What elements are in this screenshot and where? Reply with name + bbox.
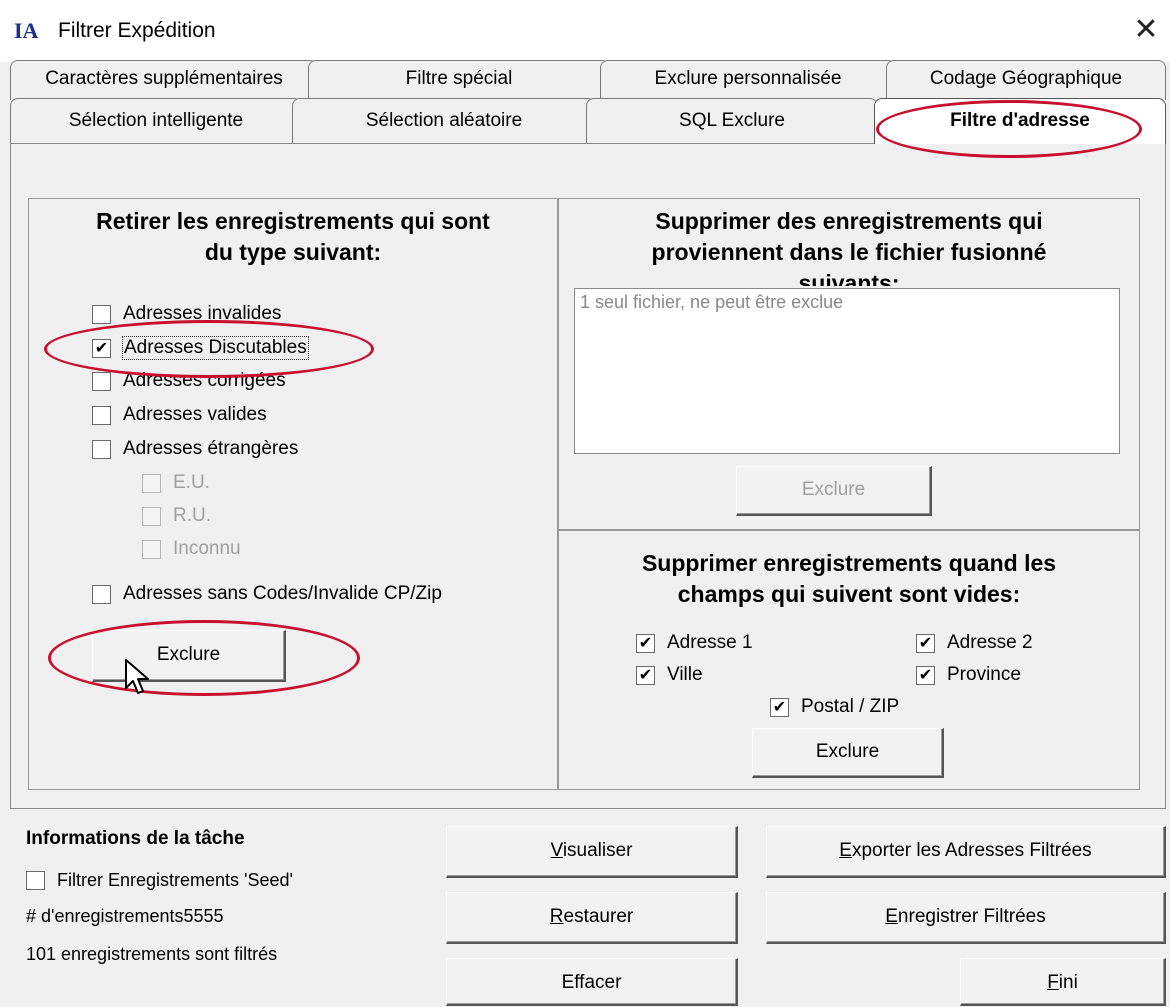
checkbox-label: Adresses Discutables xyxy=(122,336,309,360)
mnemonic-letter: R xyxy=(549,906,564,927)
button-label: ini xyxy=(1058,972,1078,993)
checkbox-box[interactable] xyxy=(92,439,111,459)
tab-filtre-special[interactable]: Filtre spécial xyxy=(308,60,610,100)
empty-heading-line1: Supprimer enregistrements quand les xyxy=(641,550,1057,576)
checkbox-label: Adresse 2 xyxy=(947,632,1033,653)
checkbox-filtrer-seed[interactable]: Filtrer Enregistrements 'Seed' xyxy=(26,870,293,891)
merge-heading-line1: Supprimer des enregistrements qui xyxy=(655,208,1043,234)
checkbox-ru: R.U. xyxy=(142,505,211,527)
checkbox-adresse-1[interactable]: ✔ Adresse 1 xyxy=(636,632,753,654)
checkbox-adresses-etrangeres[interactable]: Adresses étrangères xyxy=(92,438,298,460)
check-icon[interactable]: ✔ xyxy=(916,633,935,653)
remove-type-heading-line2: du type suivant: xyxy=(204,239,382,265)
checkbox-label: Filtrer Enregistrements 'Seed' xyxy=(57,870,293,890)
checkbox-adresses-sans-codes[interactable]: Adresses sans Codes/Invalide CP/Zip xyxy=(92,583,442,605)
check-icon[interactable]: ✔ xyxy=(92,338,111,358)
app-logo: IA xyxy=(14,18,39,43)
exclude-empty-fields-button[interactable]: Exclure xyxy=(752,728,944,778)
checkbox-label: R.U. xyxy=(173,505,211,526)
checkbox-label: Adresses corrigées xyxy=(123,370,286,391)
checkbox-label: Adresses étrangères xyxy=(123,438,299,459)
tab-filtre-adresse[interactable]: Filtre d'adresse xyxy=(874,98,1166,144)
checkbox-box xyxy=(142,506,161,526)
merge-heading-line3: suivants: xyxy=(798,270,900,286)
mnemonic-letter: E xyxy=(885,906,898,927)
checkbox-postal-zip[interactable]: ✔ Postal / ZIP xyxy=(770,696,899,718)
exclude-merge-button[interactable]: Exclure xyxy=(736,466,932,516)
checkbox-ville[interactable]: ✔ Ville xyxy=(636,664,703,686)
checkbox-box xyxy=(142,539,161,559)
checkbox-label: Adresses invalides xyxy=(123,303,282,324)
fini-button[interactable]: Fini xyxy=(960,958,1166,1006)
checkbox-box[interactable] xyxy=(92,304,111,324)
exporter-button[interactable]: Exporter les Adresses Filtrées xyxy=(766,826,1166,878)
checkbox-label: Province xyxy=(947,664,1021,685)
filtered-count: 101 enregistrements sont filtrés xyxy=(26,944,278,964)
merged-files-list[interactable]: 1 seul fichier, ne peut être exclue xyxy=(574,288,1120,454)
records-count: # d'enregistrements5555 xyxy=(26,906,224,926)
merge-file-heading: Supprimer des enregistrements qui provie… xyxy=(560,206,1138,286)
mnemonic-letter: F xyxy=(1047,972,1059,993)
remove-type-heading-line1: Retirer les enregistrements qui sont xyxy=(96,208,490,234)
button-label: estaurer xyxy=(563,906,634,927)
mouse-cursor-icon xyxy=(125,659,149,694)
tab-exclure-personnalisee[interactable]: Exclure personnalisée xyxy=(600,60,896,100)
checkbox-box[interactable] xyxy=(92,405,111,425)
tab-selection-aleatoire[interactable]: Sélection aléatoire xyxy=(292,98,596,144)
remove-type-group xyxy=(28,198,558,790)
checkbox-adresses-valides[interactable]: Adresses valides xyxy=(92,404,267,426)
button-label: isualiser xyxy=(562,840,633,861)
checkbox-label: Postal / ZIP xyxy=(801,696,900,717)
checkbox-adresses-discutables[interactable]: ✔ Adresses Discutables xyxy=(92,336,309,360)
tab-codage-geographique[interactable]: Codage Géographique xyxy=(886,60,1166,100)
mnemonic-letter: E xyxy=(839,840,852,861)
button-label: xporter les Adresses Filtrées xyxy=(851,840,1092,861)
checkbox-box[interactable] xyxy=(26,871,45,890)
checkbox-label: Adresse 1 xyxy=(667,632,753,653)
checkbox-label: E.U. xyxy=(173,472,210,493)
task-info-title: Informations de la tâche xyxy=(26,828,245,849)
checkbox-adresses-corrigees[interactable]: Adresses corrigées xyxy=(92,370,286,392)
exclude-type-button[interactable]: Exclure xyxy=(92,630,286,682)
visualiser-button[interactable]: Visualiser xyxy=(446,826,738,878)
checkbox-inconnu: Inconnu xyxy=(142,538,241,560)
tab-selection-intelligente[interactable]: Sélection intelligente xyxy=(10,98,302,144)
check-icon[interactable]: ✔ xyxy=(636,665,655,685)
checkbox-label: Inconnu xyxy=(173,538,241,559)
list-item: 1 seul fichier, ne peut être exclue xyxy=(580,292,844,312)
checkbox-adresse-2[interactable]: ✔ Adresse 2 xyxy=(916,632,1033,654)
merge-heading-line2: proviennent dans le fichier fusionné xyxy=(651,239,1047,265)
mnemonic-letter: V xyxy=(550,840,563,861)
empty-heading-line2: champs qui suivent sont vides: xyxy=(677,581,1021,607)
checkbox-box xyxy=(142,473,161,493)
close-button[interactable]: ✕ xyxy=(1128,12,1164,48)
checkbox-box[interactable] xyxy=(92,371,111,391)
button-label: nregistrer Filtrées xyxy=(897,906,1046,927)
check-icon[interactable]: ✔ xyxy=(770,697,789,717)
check-icon[interactable]: ✔ xyxy=(636,633,655,653)
enregistrer-button[interactable]: Enregistrer Filtrées xyxy=(766,892,1166,944)
window-title: Filtrer Expédition xyxy=(58,19,216,42)
tab-caracteres-supplementaires[interactable]: Caractères supplémentaires xyxy=(10,60,318,100)
effacer-button[interactable]: Effacer xyxy=(446,958,738,1006)
checkbox-label: Adresses valides xyxy=(123,404,267,425)
tab-sql-exclure[interactable]: SQL Exclure xyxy=(586,98,878,144)
checkbox-province[interactable]: ✔ Province xyxy=(916,664,1021,686)
checkbox-adresses-invalides[interactable]: Adresses invalides xyxy=(92,303,281,325)
checkbox-label: Adresses sans Codes/Invalide CP/Zip xyxy=(123,583,442,604)
checkbox-box[interactable] xyxy=(92,584,111,604)
restaurer-button[interactable]: Restaurer xyxy=(446,892,738,944)
empty-fields-heading: Supprimer enregistrements quand les cham… xyxy=(560,548,1138,610)
remove-type-heading: Retirer les enregistrements qui sont du … xyxy=(30,206,556,268)
check-icon[interactable]: ✔ xyxy=(916,665,935,685)
checkbox-eu: E.U. xyxy=(142,472,210,494)
checkbox-label: Ville xyxy=(667,664,703,685)
